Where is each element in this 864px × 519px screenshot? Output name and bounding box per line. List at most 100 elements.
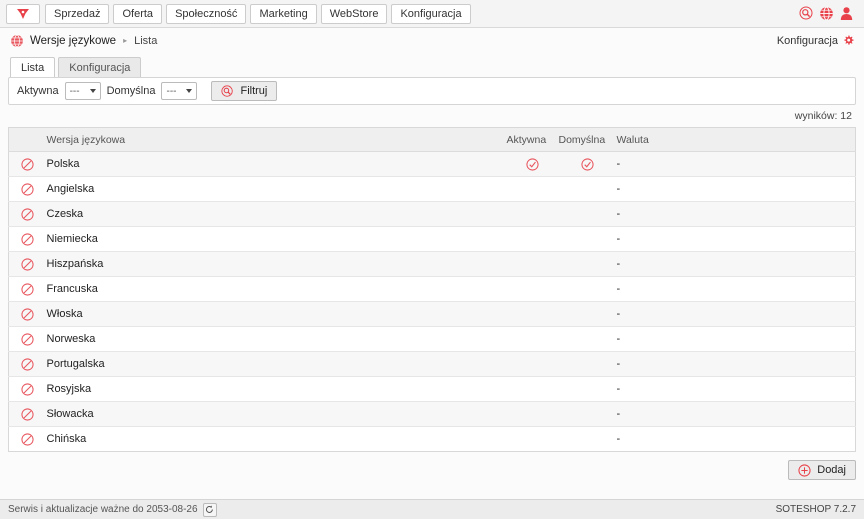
column-header-active[interactable]: Aktywna — [506, 127, 559, 152]
row-language-name[interactable]: Niemiecka — [46, 226, 507, 252]
row-active-cell[interactable] — [506, 301, 559, 327]
column-header-default[interactable]: Domyślna — [558, 127, 617, 152]
row-default-cell[interactable] — [558, 376, 617, 402]
disabled-icon[interactable] — [9, 207, 47, 221]
row-language-name[interactable]: Chińska — [47, 427, 507, 452]
nav-item-oferta[interactable]: Oferta — [113, 3, 163, 24]
refresh-button[interactable] — [202, 502, 217, 517]
status-bar-left: Serwis i aktualizacje ważne do 2053-08-2… — [8, 502, 217, 517]
table-row[interactable]: Polska - — [8, 151, 856, 177]
row-currency-cell: - — [616, 251, 856, 277]
row-default-cell[interactable] — [558, 276, 617, 302]
row-active-cell[interactable] — [506, 351, 559, 377]
table-row[interactable]: Rosyjska - — [8, 376, 856, 402]
row-active-cell[interactable] — [506, 276, 559, 302]
row-active-cell[interactable] — [506, 251, 559, 277]
row-language-name[interactable]: Norweska — [46, 326, 507, 352]
row-language-name[interactable]: Rosyjska — [46, 376, 507, 402]
table-header-row: Wersja językowa Aktywna Domyślna Waluta — [8, 127, 856, 152]
disabled-icon[interactable] — [9, 257, 47, 271]
row-active-cell[interactable] — [506, 226, 559, 252]
row-language-name[interactable]: Francuska — [46, 276, 507, 302]
row-language-name[interactable]: Angielska — [46, 176, 507, 202]
row-language-name[interactable]: Portugalska — [46, 351, 507, 377]
table-row[interactable]: Portugalska - — [8, 351, 856, 377]
gear-icon — [843, 35, 854, 46]
table-row[interactable]: Norweska - — [8, 326, 856, 352]
row-currency-cell: - — [616, 151, 856, 177]
disabled-icon[interactable] — [9, 157, 47, 171]
table-row[interactable]: Słowacka - — [8, 401, 856, 427]
row-currency-cell: - — [616, 276, 856, 302]
table-row[interactable]: Niemiecka - — [8, 226, 856, 252]
table-row[interactable]: Hiszpańska - — [8, 251, 856, 277]
disabled-icon[interactable] — [9, 232, 47, 246]
row-currency-cell: - — [616, 176, 856, 202]
disabled-icon[interactable] — [9, 332, 47, 346]
tab-lista[interactable]: Lista — [10, 57, 56, 77]
globe-icon[interactable] — [819, 6, 834, 21]
row-active-cell[interactable] — [506, 201, 559, 227]
row-default-cell[interactable] — [558, 351, 617, 377]
row-default-cell[interactable] — [558, 201, 617, 227]
row-status-cell — [8, 326, 47, 352]
row-language-name[interactable]: Słowacka — [46, 401, 507, 427]
nav-item-konfiguracja[interactable]: Konfiguracja — [391, 3, 471, 24]
status-bar: Serwis i aktualizacje ważne do 2053-08-2… — [0, 499, 864, 519]
search-icon[interactable] — [799, 6, 814, 21]
nav-item-label: Społeczność — [175, 7, 238, 20]
user-icon[interactable] — [839, 6, 854, 21]
disabled-icon[interactable] — [9, 307, 47, 321]
tab-konfiguracja[interactable]: Konfiguracja — [58, 57, 142, 77]
row-language-name[interactable]: Polska — [46, 151, 507, 177]
disabled-icon[interactable] — [9, 357, 47, 371]
disabled-icon[interactable] — [9, 382, 47, 396]
table-row[interactable]: Angielska - — [8, 176, 856, 202]
disabled-icon[interactable] — [9, 432, 47, 446]
sote-logo-button[interactable] — [6, 3, 40, 24]
row-default-cell[interactable] — [558, 301, 617, 327]
breadcrumb-config-label: Konfiguracja — [776, 34, 838, 47]
breadcrumb-title[interactable]: Wersje językowe — [30, 35, 116, 47]
disabled-icon[interactable] — [9, 182, 47, 196]
row-language-name[interactable]: Hiszpańska — [46, 251, 507, 277]
column-header-currency[interactable]: Waluta — [616, 127, 856, 152]
disabled-icon[interactable] — [9, 407, 47, 421]
row-active-cell[interactable] — [506, 326, 559, 352]
row-default-cell[interactable] — [558, 251, 617, 277]
filter-default-select[interactable]: --- — [161, 82, 198, 100]
row-active-cell[interactable] — [506, 176, 559, 202]
row-default-cell[interactable] — [559, 427, 617, 452]
row-language-name[interactable]: Włoska — [46, 301, 507, 327]
refresh-icon — [205, 505, 214, 514]
table-row[interactable]: Francuska - — [8, 276, 856, 302]
row-language-name[interactable]: Czeska — [46, 201, 507, 227]
row-active-cell[interactable] — [506, 401, 559, 427]
filter-active-select[interactable]: --- — [64, 82, 101, 100]
row-active-cell[interactable] — [506, 151, 559, 177]
chevron-down-icon — [89, 89, 96, 93]
table-row[interactable]: Włoska - — [8, 301, 856, 327]
nav-item-webstore[interactable]: WebStore — [320, 3, 388, 24]
breadcrumb-config-link[interactable]: Konfiguracja — [777, 35, 854, 47]
filter-default-value: --- — [166, 85, 177, 97]
table-row[interactable]: Czeska - — [8, 201, 856, 227]
row-default-cell[interactable] — [558, 226, 617, 252]
row-default-cell[interactable] — [558, 401, 617, 427]
row-active-cell[interactable] — [506, 376, 559, 402]
row-default-cell[interactable] — [558, 176, 617, 202]
add-button[interactable]: Dodaj — [788, 460, 856, 480]
nav-item-spolecznosc[interactable]: Społeczność — [166, 3, 247, 24]
nav-item-sprzedaz[interactable]: Sprzedaż — [45, 3, 110, 24]
disabled-icon[interactable] — [9, 282, 47, 296]
table-row[interactable]: Chińska - — [8, 426, 856, 452]
row-active-cell[interactable] — [507, 427, 559, 452]
breadcrumb-current: Lista — [134, 34, 158, 47]
nav-item-marketing[interactable]: Marketing — [250, 3, 317, 24]
topbar-icon-group — [799, 6, 858, 21]
column-header-name[interactable]: Wersja językowa — [46, 127, 507, 152]
row-default-cell[interactable] — [558, 326, 617, 352]
breadcrumb: Wersje językowe ▸ Lista Konfiguracja — [0, 28, 864, 53]
row-default-cell[interactable] — [558, 151, 617, 177]
filter-button[interactable]: Filtruj — [211, 81, 278, 101]
